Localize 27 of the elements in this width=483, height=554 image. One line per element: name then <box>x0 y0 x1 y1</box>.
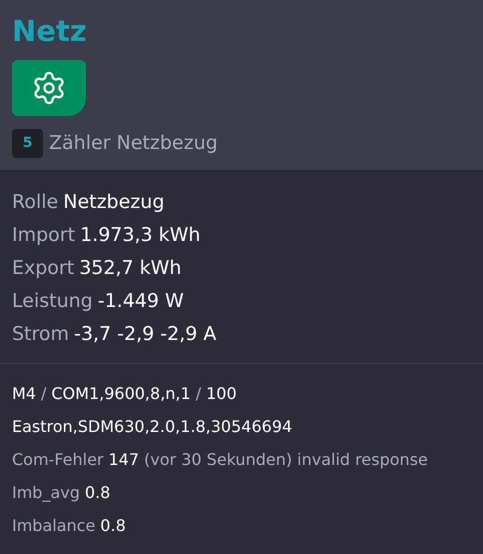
field-value: 100 <box>206 382 237 404</box>
field-label: Imb_avg <box>12 482 80 504</box>
field-value: Eastron,SDM630,2.0,1.8,30546694 <box>12 416 292 438</box>
field-label: Com-Fehler <box>12 448 104 470</box>
field-value: Netzbezug <box>63 190 164 216</box>
field-value: 0.8 <box>84 482 110 504</box>
field-value: 0.8 <box>100 514 126 536</box>
field-value: 147 <box>108 448 140 470</box>
field-label: Imbalance <box>12 514 96 536</box>
field-label: Leistung <box>12 289 93 314</box>
field-value: 1.973,3 kWh <box>80 223 200 248</box>
field-label: Strom <box>12 322 70 348</box>
field-value: COM1,9600,8,n,1 <box>51 382 191 404</box>
field-label: Export <box>12 256 74 282</box>
settings-button[interactable] <box>12 60 86 116</box>
field-label: Rolle <box>12 190 58 216</box>
field-label: / <box>40 382 46 404</box>
field-value: -3,7 -2,9 -2,9 A <box>74 322 216 348</box>
field-label: Import <box>12 223 76 248</box>
field-value: -1.449 W <box>98 289 184 314</box>
field-label: (vor 30 Sekunden) invalid response <box>144 448 428 470</box>
field-value: 352,7 kWh <box>79 256 182 282</box>
field-value: M4 <box>12 382 36 404</box>
page-title: Netz <box>12 13 88 50</box>
meter-number-badge: 5 <box>12 129 43 158</box>
field-label: / <box>196 382 202 404</box>
meter-name: Zähler Netzbezug <box>49 131 218 156</box>
